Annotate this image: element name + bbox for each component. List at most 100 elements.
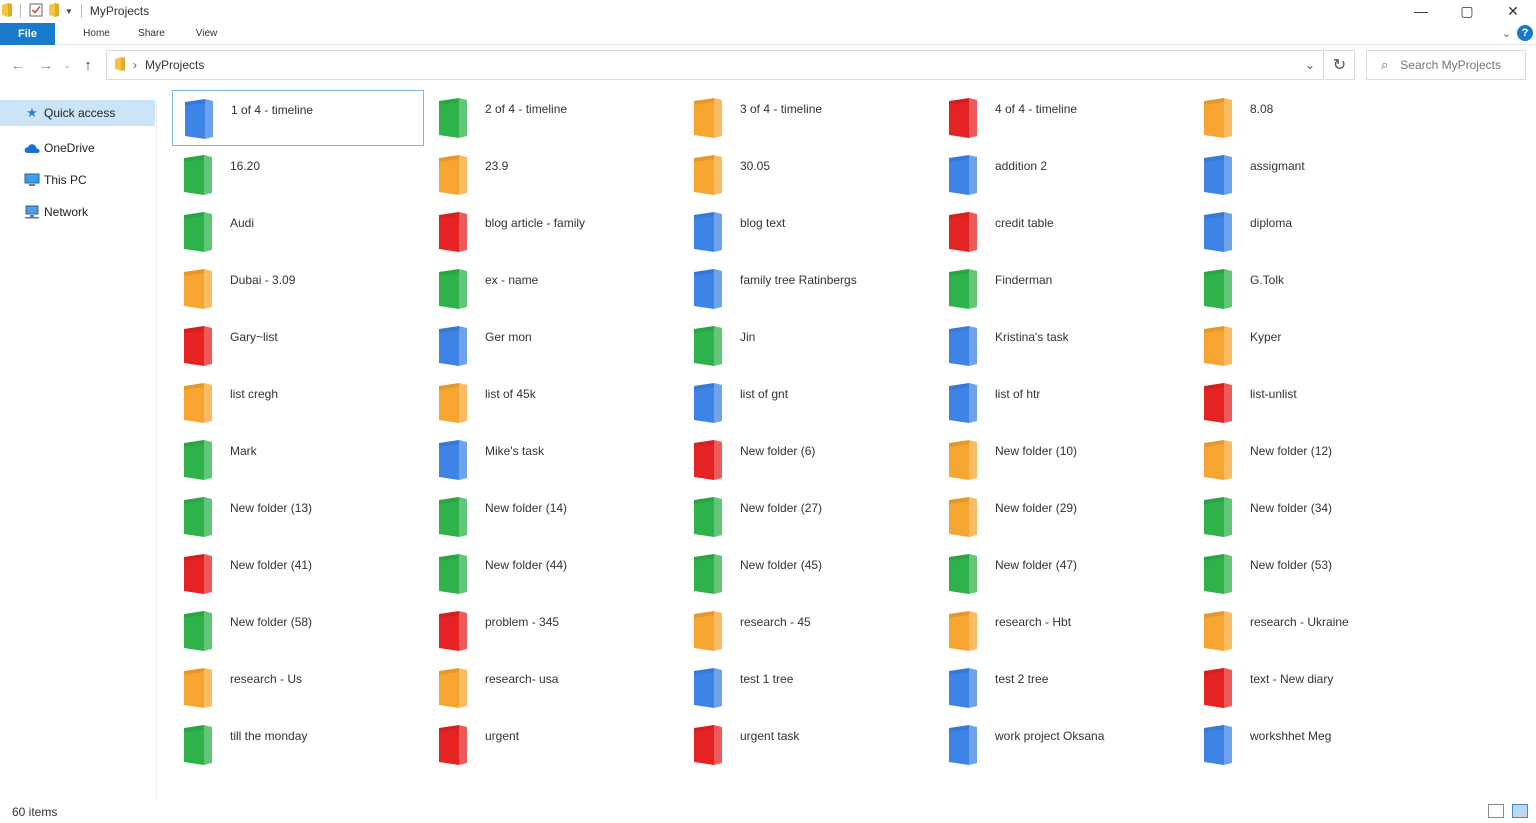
folder-item[interactable]: New folder (47) bbox=[937, 546, 1189, 602]
folder-item[interactable]: New folder (10) bbox=[937, 432, 1189, 488]
search-input[interactable] bbox=[1400, 58, 1511, 72]
folder-item[interactable]: assigmant bbox=[1192, 147, 1444, 203]
new-folder-icon[interactable] bbox=[49, 2, 59, 20]
folder-item[interactable]: Gary~list bbox=[172, 318, 424, 374]
folder-name: New folder (58) bbox=[230, 615, 313, 629]
folder-item[interactable]: New folder (53) bbox=[1192, 546, 1444, 602]
sidebar-item-this-pc[interactable]: This PC bbox=[0, 164, 156, 196]
folder-item[interactable]: ex - name bbox=[427, 261, 679, 317]
folder-name: Gary~list bbox=[230, 330, 278, 344]
folder-item[interactable]: New folder (41) bbox=[172, 546, 424, 602]
folder-item[interactable]: Mark bbox=[172, 432, 424, 488]
folder-item[interactable]: test 1 tree bbox=[682, 660, 934, 716]
folder-item[interactable]: workshhet Meg bbox=[1192, 717, 1444, 773]
folder-item[interactable]: research- usa bbox=[427, 660, 679, 716]
sidebar-item-onedrive[interactable]: OneDrive bbox=[0, 132, 156, 164]
folder-item[interactable]: research - Us bbox=[172, 660, 424, 716]
folder-item[interactable]: addition 2 bbox=[937, 147, 1189, 203]
folder-name: Kyper bbox=[1250, 330, 1282, 344]
folder-item[interactable]: text - New diary bbox=[1192, 660, 1444, 716]
tab-view[interactable]: View bbox=[179, 28, 234, 39]
folder-item[interactable]: Kyper bbox=[1192, 318, 1444, 374]
folder-item[interactable]: diploma bbox=[1192, 204, 1444, 260]
folder-item[interactable]: New folder (13) bbox=[172, 489, 424, 545]
folder-item[interactable]: Audi bbox=[172, 204, 424, 260]
folder-item[interactable]: problem - 345 bbox=[427, 603, 679, 659]
large-icons-view-icon[interactable] bbox=[1512, 804, 1528, 818]
folder-icon bbox=[439, 383, 471, 423]
folder-item[interactable]: 16.20 bbox=[172, 147, 424, 203]
folder-item[interactable]: urgent task bbox=[682, 717, 934, 773]
folder-item[interactable]: credit table bbox=[937, 204, 1189, 260]
folder-item[interactable]: blog text bbox=[682, 204, 934, 260]
folder-item[interactable]: New folder (44) bbox=[427, 546, 679, 602]
customize-toolbar-chevron-icon[interactable]: ▼ bbox=[65, 7, 73, 16]
sidebar-item-network[interactable]: Network bbox=[0, 196, 156, 228]
close-button[interactable]: ✕ bbox=[1490, 0, 1536, 22]
folder-icon bbox=[185, 99, 217, 139]
folder-item[interactable]: till the monday bbox=[172, 717, 424, 773]
folder-item[interactable]: Dubai - 3.09 bbox=[172, 261, 424, 317]
folder-item[interactable]: list of 45k bbox=[427, 375, 679, 431]
folder-item[interactable]: blog article - family bbox=[427, 204, 679, 260]
folder-item[interactable]: New folder (27) bbox=[682, 489, 934, 545]
folder-item[interactable]: research - Hbt bbox=[937, 603, 1189, 659]
up-button[interactable]: ↑ bbox=[74, 51, 102, 79]
folder-item[interactable]: list cregh bbox=[172, 375, 424, 431]
folder-item[interactable]: 30.05 bbox=[682, 147, 934, 203]
folder-item[interactable]: 4 of 4 - timeline bbox=[937, 90, 1189, 146]
folder-item[interactable]: New folder (58) bbox=[172, 603, 424, 659]
refresh-button[interactable]: ↻ bbox=[1325, 50, 1355, 80]
folder-item[interactable]: research - Ukraine bbox=[1192, 603, 1444, 659]
breadcrumb-chevron-icon[interactable]: › bbox=[133, 58, 137, 72]
folder-item[interactable]: 8.08 bbox=[1192, 90, 1444, 146]
folder-item[interactable]: Jin bbox=[682, 318, 934, 374]
folder-small-icon[interactable] bbox=[2, 2, 12, 20]
minimize-button[interactable]: — bbox=[1398, 0, 1444, 22]
folder-item[interactable]: New folder (14) bbox=[427, 489, 679, 545]
maximize-button[interactable]: ▢ bbox=[1444, 0, 1490, 22]
address-bar[interactable]: › MyProjects ⌄ bbox=[106, 50, 1324, 80]
folder-name: urgent bbox=[485, 729, 520, 743]
address-dropdown-icon[interactable]: ⌄ bbox=[1305, 58, 1315, 72]
folder-item[interactable]: urgent bbox=[427, 717, 679, 773]
folder-item[interactable]: list of htr bbox=[937, 375, 1189, 431]
folder-item[interactable]: New folder (12) bbox=[1192, 432, 1444, 488]
folder-item[interactable]: Mike's task bbox=[427, 432, 679, 488]
folder-item[interactable]: research - 45 bbox=[682, 603, 934, 659]
forward-button[interactable]: → bbox=[32, 51, 60, 79]
tab-file[interactable]: File bbox=[0, 22, 55, 45]
sidebar-item-quick-access[interactable]: ★ Quick access bbox=[0, 100, 155, 126]
folder-item[interactable]: New folder (45) bbox=[682, 546, 934, 602]
folder-name: 16.20 bbox=[230, 159, 261, 173]
breadcrumb-item[interactable]: MyProjects bbox=[145, 58, 204, 72]
folder-item[interactable]: G.Tolk bbox=[1192, 261, 1444, 317]
folder-item[interactable]: New folder (34) bbox=[1192, 489, 1444, 545]
details-view-icon[interactable] bbox=[1488, 804, 1504, 818]
folder-item[interactable]: Kristina's task bbox=[937, 318, 1189, 374]
folder-item[interactable]: New folder (6) bbox=[682, 432, 934, 488]
search-box[interactable]: ⌕ bbox=[1366, 50, 1526, 80]
folder-item[interactable]: 1 of 4 - timeline bbox=[172, 90, 424, 146]
recent-locations-button[interactable]: ⌄ bbox=[60, 51, 74, 79]
folder-item[interactable]: family tree Ratinbergs bbox=[682, 261, 934, 317]
expand-ribbon-chevron-icon[interactable]: ⌄ bbox=[1502, 27, 1511, 40]
back-button[interactable]: ← bbox=[4, 51, 32, 79]
folder-name: test 2 tree bbox=[995, 672, 1049, 686]
folder-item[interactable]: list of gnt bbox=[682, 375, 934, 431]
folder-item[interactable]: 3 of 4 - timeline bbox=[682, 90, 934, 146]
folder-item[interactable]: 2 of 4 - timeline bbox=[427, 90, 679, 146]
folder-item[interactable]: Ger mon bbox=[427, 318, 679, 374]
folder-item[interactable]: New folder (29) bbox=[937, 489, 1189, 545]
folder-item[interactable]: work project Oksana bbox=[937, 717, 1189, 773]
folder-item[interactable]: test 2 tree bbox=[937, 660, 1189, 716]
tab-home[interactable]: Home bbox=[69, 28, 124, 39]
folder-item[interactable]: Finderman bbox=[937, 261, 1189, 317]
folder-name: Audi bbox=[230, 216, 255, 230]
folder-icon bbox=[949, 725, 981, 765]
properties-checkbox-icon[interactable] bbox=[29, 3, 43, 20]
folder-item[interactable]: 23.9 bbox=[427, 147, 679, 203]
tab-share[interactable]: Share bbox=[124, 28, 179, 39]
help-icon[interactable]: ? bbox=[1517, 25, 1533, 41]
folder-item[interactable]: list-unlist bbox=[1192, 375, 1444, 431]
